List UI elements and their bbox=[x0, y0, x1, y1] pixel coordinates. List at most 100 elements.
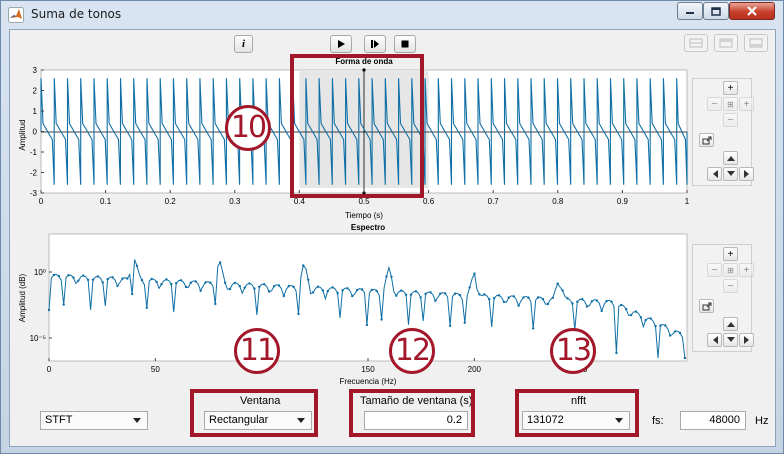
callout-box-10 bbox=[290, 54, 424, 198]
spectrum-export-button[interactable] bbox=[699, 299, 714, 313]
spectrum-point bbox=[581, 298, 584, 301]
waveform-xtick-label: 0.1 bbox=[100, 197, 112, 206]
fs-label: fs: bbox=[652, 415, 664, 427]
spectrum-point bbox=[585, 305, 589, 308]
spectrum-point bbox=[400, 289, 403, 292]
spectrum-point bbox=[106, 277, 109, 281]
minimize-button[interactable] bbox=[677, 2, 703, 20]
spectrum-pan-up-button[interactable] bbox=[723, 317, 738, 331]
spectrum-zoom-fit-button[interactable]: ⊞ bbox=[723, 263, 738, 277]
spectrum-point bbox=[86, 278, 90, 282]
spectrum-point bbox=[360, 288, 364, 291]
spectrum-point bbox=[52, 273, 56, 277]
callout-badge-13: 13 bbox=[550, 328, 596, 374]
plus-icon: + bbox=[727, 248, 734, 260]
spectrum-point bbox=[390, 275, 393, 278]
spectrum-point bbox=[497, 294, 501, 297]
spectrum-point bbox=[409, 293, 413, 296]
spectrum-point bbox=[204, 281, 207, 284]
maximize-button[interactable] bbox=[703, 2, 729, 20]
spectrum-ytick-label: 10⁰ bbox=[34, 268, 46, 277]
spectrum-point bbox=[67, 274, 70, 277]
spectrum-point bbox=[673, 330, 677, 333]
minus-icon: − bbox=[727, 114, 734, 126]
spectrum-point bbox=[639, 316, 643, 319]
spectrum-point bbox=[380, 318, 383, 321]
spectrum-point bbox=[434, 299, 437, 302]
spectrum-point bbox=[375, 289, 378, 293]
spectrum-point bbox=[131, 292, 134, 296]
waveform-ytick-label: 3 bbox=[33, 66, 38, 75]
spectrum-xtick-label: 150 bbox=[361, 365, 375, 374]
title-bar[interactable]: Suma de tonos bbox=[1, 1, 783, 29]
spectrum-point bbox=[336, 291, 339, 295]
app-window: Suma de tonos i 0 0.1 0.2 0.3 0.4 0.5 0.… bbox=[0, 0, 784, 454]
spectrum-zoom-out-button[interactable]: − bbox=[723, 279, 738, 293]
callout-box-13 bbox=[515, 389, 639, 437]
fit-icon: ⊞ bbox=[727, 265, 734, 275]
spectrum-pan-down-button[interactable] bbox=[723, 333, 738, 347]
fit-icon: ⊞ bbox=[727, 99, 734, 109]
spectrum-zoom-out-x-button[interactable]: − bbox=[707, 263, 722, 277]
spectrum-point bbox=[483, 293, 486, 296]
arrow-left-icon bbox=[712, 170, 718, 178]
method-select[interactable]: STFT bbox=[40, 411, 148, 430]
spectrum-zoom-in-button[interactable]: + bbox=[723, 247, 738, 261]
zoom-out-button[interactable]: − bbox=[723, 113, 738, 127]
spectrum-ytick-label: 10⁻⁵ bbox=[30, 334, 46, 343]
spectrum-point bbox=[419, 296, 422, 299]
spectrum-xlabel: Frecuencia (Hz) bbox=[340, 377, 397, 386]
spectrum-pan-left-button[interactable] bbox=[707, 333, 722, 347]
spectrum-point bbox=[199, 289, 202, 292]
waveform-ytick-label: -1 bbox=[30, 148, 38, 157]
spectrum-point bbox=[370, 288, 373, 292]
fs-field[interactable]: 48000 bbox=[680, 411, 746, 430]
spectrum-ylabel: Amplitud (dB) bbox=[18, 273, 27, 322]
pan-right-button[interactable] bbox=[739, 167, 754, 181]
waveform-ytick-label: 0 bbox=[33, 128, 38, 137]
spectrum-point bbox=[634, 310, 638, 313]
spectrum-point bbox=[644, 318, 647, 322]
spectrum-point bbox=[346, 287, 349, 290]
spectrum-xtick-label: 0 bbox=[47, 365, 52, 374]
spectrum-point bbox=[546, 302, 550, 306]
spectrum-point bbox=[238, 285, 241, 288]
spectrum-point bbox=[302, 264, 305, 267]
spectrum-point bbox=[331, 286, 334, 289]
spectrum-point bbox=[473, 272, 476, 275]
waveform-ylabel: Amplitud bbox=[18, 119, 27, 150]
spectrum-point bbox=[326, 289, 329, 293]
spectrum-point bbox=[683, 356, 687, 360]
arrow-right-icon bbox=[743, 170, 749, 178]
spectrum-point bbox=[532, 327, 535, 330]
zoom-out-x-button[interactable]: − bbox=[707, 97, 722, 111]
spectrum-point bbox=[439, 292, 442, 295]
zoom-in-x-button[interactable]: + bbox=[739, 97, 754, 111]
callout-badge-11: 11 bbox=[234, 328, 280, 374]
spectrum-point bbox=[228, 287, 232, 291]
fs-unit-label: Hz bbox=[755, 415, 769, 427]
spectrum-point bbox=[478, 293, 481, 296]
zoom-fit-button[interactable]: ⊞ bbox=[723, 97, 738, 111]
zoom-in-button[interactable]: + bbox=[723, 81, 738, 95]
spectrum-point bbox=[96, 275, 100, 278]
close-button[interactable] bbox=[729, 2, 775, 20]
arrow-up-icon bbox=[726, 156, 735, 161]
spectrum-point bbox=[160, 283, 163, 286]
spectrum-point bbox=[507, 296, 510, 299]
pan-left-button[interactable] bbox=[707, 167, 722, 181]
spectrum-point bbox=[165, 278, 168, 281]
spectrum-point bbox=[395, 294, 398, 297]
spectrum-point bbox=[678, 331, 682, 335]
callout-badge-12: 12 bbox=[389, 328, 435, 374]
spectrum-xtick-label: 200 bbox=[468, 365, 482, 374]
pan-down-button[interactable] bbox=[723, 167, 738, 181]
export-button[interactable] bbox=[699, 133, 714, 147]
spectrum-point bbox=[453, 292, 457, 295]
minimize-icon bbox=[686, 12, 694, 14]
pan-up-button[interactable] bbox=[723, 151, 738, 165]
spectrum-zoom-in-x-button[interactable]: + bbox=[739, 263, 754, 277]
spectrum-point bbox=[155, 280, 158, 284]
spectrum-pan-right-button[interactable] bbox=[739, 333, 754, 347]
matlab-icon bbox=[8, 7, 24, 23]
